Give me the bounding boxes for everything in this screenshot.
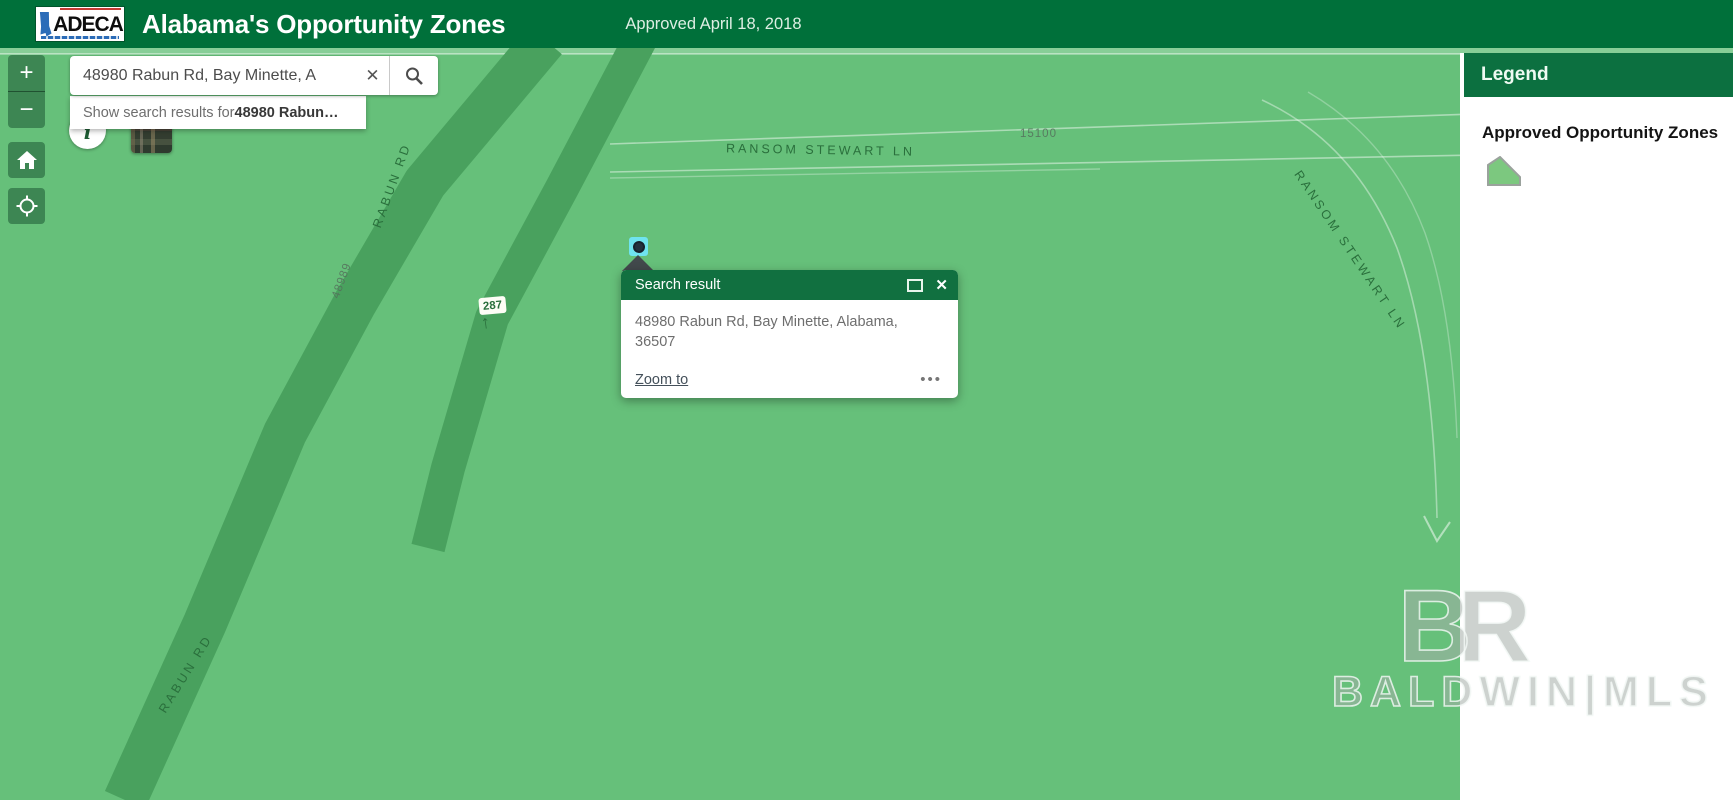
close-icon[interactable]: ✕ xyxy=(935,278,948,293)
search-clear-button[interactable]: ✕ xyxy=(356,56,390,95)
search-widget: ✕ xyxy=(70,56,438,95)
maximize-icon[interactable] xyxy=(907,279,923,292)
address-label-15100: 15100 xyxy=(1020,128,1057,140)
search-suggestion-item[interactable]: Show search results for 48980 Rabun… xyxy=(70,96,366,129)
pin-dot-icon xyxy=(633,241,645,253)
zoom-control: + − xyxy=(8,55,45,128)
suggestion-prefix: Show search results for xyxy=(83,105,235,121)
logo-tagline-bar xyxy=(41,36,119,39)
alabama-state-icon xyxy=(37,12,52,37)
popup-address-text: 48980 Rabun Rd, Bay Minette, Alabama, 36… xyxy=(621,300,914,352)
zoom-to-link[interactable]: Zoom to xyxy=(635,372,920,388)
popup-header: Search result ✕ xyxy=(621,270,958,300)
home-icon xyxy=(17,151,37,169)
suggestion-term: 48980 Rabun… xyxy=(235,105,339,121)
locate-button[interactable] xyxy=(8,188,45,224)
more-options-button[interactable]: ••• xyxy=(920,376,942,384)
popup-callout-arrow xyxy=(622,255,654,271)
legend-title: Legend xyxy=(1481,64,1549,86)
app-header: ADECA Alabama's Opportunity Zones Approv… xyxy=(0,0,1733,48)
popup-footer: Zoom to ••• xyxy=(621,352,958,398)
search-result-pin[interactable] xyxy=(629,237,648,256)
logo-red-line xyxy=(60,8,121,10)
search-result-popup: Search result ✕ 48980 Rabun Rd, Bay Mine… xyxy=(621,270,958,398)
page-title: Alabama's Opportunity Zones xyxy=(142,9,505,40)
legend-layer-name: Approved Opportunity Zones xyxy=(1482,123,1733,143)
adeca-logo: ADECA xyxy=(36,7,124,41)
logo-text: ADECA xyxy=(53,14,123,35)
search-button[interactable] xyxy=(390,56,438,95)
opportunity-zones-app: ADECA Alabama's Opportunity Zones Approv… xyxy=(0,0,1733,800)
opportunity-zone-swatch-icon xyxy=(1487,156,1521,186)
search-input[interactable] xyxy=(70,56,356,95)
legend-panel: Legend Approved Opportunity Zones xyxy=(1460,53,1733,800)
zoom-in-button[interactable]: + xyxy=(8,55,45,91)
approval-date-text: Approved April 18, 2018 xyxy=(625,15,801,34)
home-button[interactable] xyxy=(8,142,45,178)
locate-icon xyxy=(16,195,38,217)
search-icon xyxy=(404,66,424,86)
legend-header: Legend xyxy=(1464,53,1733,97)
popup-title: Search result xyxy=(635,277,907,293)
zoom-out-button[interactable]: − xyxy=(8,92,45,128)
